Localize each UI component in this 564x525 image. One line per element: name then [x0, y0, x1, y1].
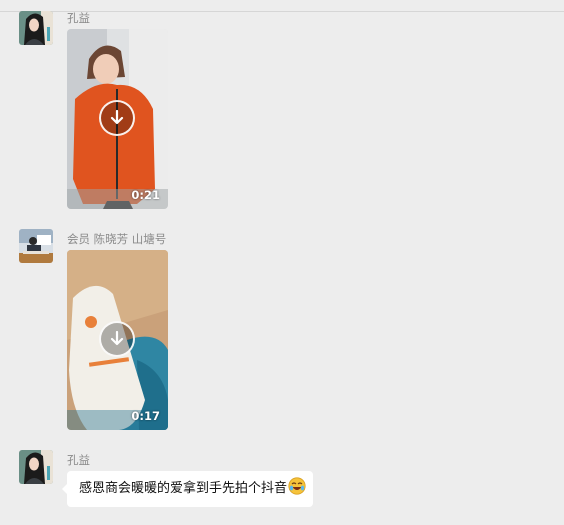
sender-name: 会员 陈晓芳 山塘号: [67, 232, 167, 246]
laughing-emoji-icon: [288, 477, 306, 495]
play-button[interactable]: [99, 321, 135, 357]
sender-avatar[interactable]: [19, 11, 53, 45]
sender-name: 孔益: [67, 11, 90, 25]
play-button[interactable]: [99, 100, 135, 136]
message-text: 感恩商会暖暖的爱拿到手先拍个抖音: [79, 481, 288, 496]
video-message[interactable]: 0:21: [67, 29, 168, 209]
download-arrow-icon: [110, 331, 124, 346]
sender-avatar[interactable]: [19, 450, 53, 484]
video-duration: 0:17: [131, 409, 160, 423]
video-duration: 0:21: [131, 188, 160, 202]
sender-avatar[interactable]: [19, 229, 53, 263]
video-message[interactable]: 0:17: [67, 250, 168, 430]
sender-name: 孔益: [67, 453, 90, 467]
download-arrow-icon: [110, 110, 124, 125]
text-message-bubble[interactable]: 感恩商会暖暖的爱拿到手先拍个抖音: [61, 471, 314, 507]
